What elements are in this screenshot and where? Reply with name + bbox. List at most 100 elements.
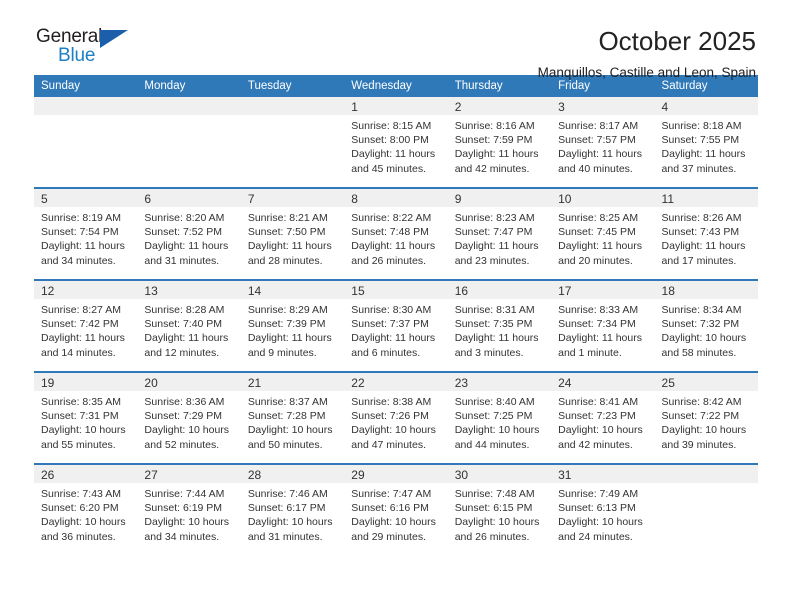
day-details: Sunrise: 7:49 AM Sunset: 6:13 PM Daylight:…	[551, 483, 654, 544]
sunset-text: Sunset: 7:40 PM	[144, 318, 223, 331]
daylight-text-line2: and 6 minutes.	[351, 346, 421, 359]
calendar-day-cell[interactable]: 21 Sunrise: 8:37 AM Sunset: 7:28 PM Dayligh…	[240, 371, 345, 464]
daylight-text-line1: Daylight: 11 hours	[144, 240, 229, 253]
day-details: Sunrise: 8:40 AM Sunset: 7:25 PM Daylight:…	[448, 391, 551, 452]
calendar-day-cell[interactable]: 5 Sunrise: 8:19 AM Sunset: 7:54 PM Daylight…	[34, 187, 138, 280]
sunset-text: Sunset: 7:47 PM	[454, 226, 533, 239]
day-number: 4	[654, 97, 758, 115]
day-number: 24	[551, 373, 655, 391]
day-number: 6	[137, 189, 241, 207]
calendar-day-cell[interactable]: 27 Sunrise: 7:44 AM Sunset: 6:19 PM Dayligh…	[137, 463, 241, 555]
daylight-text-line1: Daylight: 11 hours	[41, 240, 125, 253]
weekday-header-sunday: Sunday	[34, 75, 138, 97]
calendar-day-cell[interactable]: 6 Sunrise: 8:20 AM Sunset: 7:52 PM Daylight…	[137, 187, 241, 280]
daylight-text-line1: Daylight: 10 hours	[558, 424, 643, 437]
weekday-header-monday: Monday	[137, 75, 241, 97]
sunrise-text: Sunrise: 8:17 AM	[558, 120, 639, 132]
day-number: 1	[344, 97, 448, 115]
sunset-text: Sunset: 8:00 PM	[351, 134, 429, 147]
day-number	[240, 97, 345, 115]
day-number: 17	[551, 281, 655, 299]
daylight-text-line2: and 42 minutes.	[454, 162, 530, 175]
calendar-day-cell[interactable]: 17 Sunrise: 8:33 AM Sunset: 7:34 PM Dayligh…	[551, 279, 655, 372]
daylight-text-line2: and 36 minutes.	[41, 530, 116, 543]
daylight-text-line1: Daylight: 10 hours	[144, 424, 230, 437]
calendar-day-cell[interactable]: 26 Sunrise: 7:43 AM Sunset: 6:20 PM Dayligh…	[34, 463, 138, 555]
calendar-week-row: 5 Sunrise: 8:19 AM Sunset: 7:54 PM Daylight…	[34, 187, 758, 280]
calendar-cell-empty	[654, 463, 758, 555]
daylight-text-line1: Daylight: 10 hours	[661, 424, 747, 437]
calendar-day-cell[interactable]: 13 Sunrise: 8:28 AM Sunset: 7:40 PM Dayligh…	[137, 279, 241, 372]
day-details: Sunrise: 8:16 AM Sunset: 7:59 PM Daylight:…	[448, 115, 551, 176]
sunrise-text: Sunrise: 7:43 AM	[41, 488, 121, 500]
day-number: 28	[240, 465, 345, 483]
calendar-day-cell[interactable]: 8 Sunrise: 8:22 AM Sunset: 7:48 PM Daylight…	[344, 187, 448, 280]
day-details: Sunrise: 8:18 AM Sunset: 7:55 PM Daylight:…	[655, 115, 758, 176]
page-header: General Blue October 2025 Manquillos, Ca…	[34, 0, 758, 80]
daylight-text-line1: Daylight: 10 hours	[144, 516, 230, 529]
calendar-day-cell[interactable]: 18 Sunrise: 8:34 AM Sunset: 7:32 PM Dayligh…	[654, 279, 758, 372]
calendar-day-cell[interactable]: 25 Sunrise: 8:42 AM Sunset: 7:22 PM Dayligh…	[654, 371, 758, 464]
daylight-text-line2: and 47 minutes.	[351, 438, 426, 451]
day-details: Sunrise: 8:38 AM Sunset: 7:26 PM Daylight:…	[344, 391, 447, 452]
daylight-text-line1: Daylight: 10 hours	[247, 424, 333, 437]
daylight-text-line1: Daylight: 10 hours	[41, 516, 126, 529]
calendar-day-cell[interactable]: 2 Sunrise: 8:16 AM Sunset: 7:59 PM Daylight…	[447, 97, 552, 188]
calendar-body: 1 Sunrise: 8:15 AM Sunset: 8:00 PM Daylight…	[34, 97, 758, 555]
daylight-text-line1: Daylight: 11 hours	[454, 148, 539, 161]
calendar-day-cell[interactable]: 3 Sunrise: 8:17 AM Sunset: 7:57 PM Daylight…	[551, 97, 655, 188]
daylight-text-line1: Daylight: 11 hours	[558, 148, 642, 161]
day-details: Sunrise: 8:37 AM Sunset: 7:28 PM Daylight:…	[241, 391, 344, 452]
day-details: Sunrise: 8:34 AM Sunset: 7:32 PM Daylight:…	[655, 299, 758, 360]
day-details: Sunrise: 8:15 AM Sunset: 8:00 PM Daylight:…	[344, 115, 447, 176]
day-details: Sunrise: 8:26 AM Sunset: 7:43 PM Daylight:…	[655, 207, 758, 268]
sunrise-text: Sunrise: 8:19 AM	[41, 212, 121, 224]
daylight-text-line1: Daylight: 11 hours	[41, 332, 125, 345]
calendar-week-row: 26 Sunrise: 7:43 AM Sunset: 6:20 PM Dayligh…	[34, 463, 758, 555]
sunset-text: Sunset: 7:52 PM	[144, 226, 223, 239]
calendar-day-cell[interactable]: 30 Sunrise: 7:48 AM Sunset: 6:15 PM Dayligh…	[447, 463, 552, 555]
calendar-day-cell[interactable]: 10 Sunrise: 8:25 AM Sunset: 7:45 PM Dayligh…	[551, 187, 655, 280]
sunrise-text: Sunrise: 8:18 AM	[661, 120, 742, 132]
day-number	[34, 97, 138, 115]
day-details: Sunrise: 7:47 AM Sunset: 6:16 PM Daylight:…	[344, 483, 447, 544]
day-number: 14	[240, 281, 345, 299]
sunset-text: Sunset: 7:25 PM	[454, 410, 533, 423]
calendar-day-cell[interactable]: 23 Sunrise: 8:40 AM Sunset: 7:25 PM Dayligh…	[447, 371, 552, 464]
title-block: October 2025 Manquillos, Castille and Le…	[538, 26, 756, 82]
calendar-day-cell[interactable]: 1 Sunrise: 8:15 AM Sunset: 8:00 PM Daylight…	[344, 97, 448, 188]
sunrise-text: Sunrise: 8:28 AM	[144, 304, 225, 316]
calendar-day-cell[interactable]: 28 Sunrise: 7:46 AM Sunset: 6:17 PM Dayligh…	[240, 463, 345, 555]
calendar-day-cell[interactable]: 9 Sunrise: 8:23 AM Sunset: 7:47 PM Daylight…	[447, 187, 552, 280]
sunrise-text: Sunrise: 8:16 AM	[454, 120, 535, 132]
calendar-day-cell[interactable]: 14 Sunrise: 8:29 AM Sunset: 7:39 PM Dayligh…	[240, 279, 345, 372]
sunset-text: Sunset: 7:55 PM	[661, 134, 740, 147]
sunrise-text: Sunrise: 8:30 AM	[351, 304, 432, 316]
day-details: Sunrise: 8:33 AM Sunset: 7:34 PM Daylight:…	[551, 299, 654, 360]
calendar-day-cell[interactable]: 15 Sunrise: 8:30 AM Sunset: 7:37 PM Dayligh…	[344, 279, 448, 372]
sunset-text: Sunset: 6:16 PM	[351, 502, 429, 515]
sunset-text: Sunset: 7:37 PM	[351, 318, 429, 331]
weekday-header-thursday: Thursday	[447, 75, 552, 97]
daylight-text-line1: Daylight: 10 hours	[351, 516, 436, 529]
daylight-text-line1: Daylight: 11 hours	[558, 332, 642, 345]
sunset-text: Sunset: 7:48 PM	[351, 226, 429, 239]
calendar-day-cell[interactable]: 31 Sunrise: 7:49 AM Sunset: 6:13 PM Dayligh…	[551, 463, 655, 555]
day-number: 27	[137, 465, 241, 483]
calendar-day-cell[interactable]: 29 Sunrise: 7:47 AM Sunset: 6:16 PM Dayligh…	[344, 463, 448, 555]
calendar-day-cell[interactable]: 16 Sunrise: 8:31 AM Sunset: 7:35 PM Dayligh…	[447, 279, 552, 372]
sunrise-text: Sunrise: 8:36 AM	[144, 396, 225, 408]
calendar-day-cell[interactable]: 12 Sunrise: 8:27 AM Sunset: 7:42 PM Dayligh…	[34, 279, 138, 372]
calendar-week-row: 12 Sunrise: 8:27 AM Sunset: 7:42 PM Dayligh…	[34, 279, 758, 372]
daylight-text-line1: Daylight: 11 hours	[351, 148, 436, 161]
calendar-day-cell[interactable]: 7 Sunrise: 8:21 AM Sunset: 7:50 PM Daylight…	[240, 187, 345, 280]
calendar-day-cell[interactable]: 19 Sunrise: 8:35 AM Sunset: 7:31 PM Dayligh…	[34, 371, 138, 464]
calendar-day-cell[interactable]: 24 Sunrise: 8:41 AM Sunset: 7:23 PM Dayligh…	[551, 371, 655, 464]
calendar-day-cell[interactable]: 11 Sunrise: 8:26 AM Sunset: 7:43 PM Dayligh…	[654, 187, 758, 280]
calendar-day-cell[interactable]: 20 Sunrise: 8:36 AM Sunset: 7:29 PM Dayligh…	[137, 371, 241, 464]
day-number: 7	[240, 189, 345, 207]
sunset-text: Sunset: 6:13 PM	[558, 502, 636, 515]
sunset-text: Sunset: 6:20 PM	[41, 502, 119, 515]
calendar-day-cell[interactable]: 4 Sunrise: 8:18 AM Sunset: 7:55 PM Daylight…	[654, 97, 758, 188]
calendar-day-cell[interactable]: 22 Sunrise: 8:38 AM Sunset: 7:26 PM Dayligh…	[344, 371, 448, 464]
